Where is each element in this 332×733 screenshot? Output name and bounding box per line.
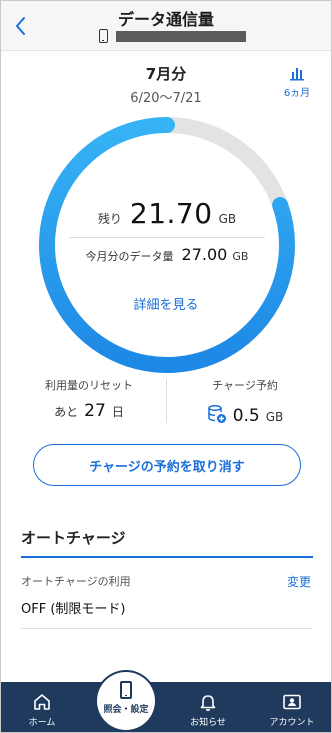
remaining-unit: GB	[218, 212, 237, 226]
auto-charge-value: OFF (制限モード)	[21, 602, 126, 617]
reset-label: 利用量のリセット	[45, 379, 133, 392]
tab-notifications[interactable]: お知らせ	[173, 692, 243, 728]
divider	[69, 237, 265, 238]
tab-home[interactable]: ホーム	[7, 692, 77, 728]
monthly-data-readout: 今月分のデータ量 27.00 GB	[63, 245, 271, 264]
divider	[21, 628, 313, 629]
reset-stat: 利用量のリセット あと 27 日	[21, 377, 157, 421]
charge-value: 0.5	[232, 406, 260, 426]
monthly-data-unit: GB	[232, 250, 249, 263]
app-frame: データ通信量 7月分 6/20〜7/21 6ヵ月 残り 21.70 GB 今月分…	[0, 0, 332, 733]
header: データ通信量	[1, 1, 331, 51]
auto-charge-use-label: オートチャージの利用	[21, 575, 131, 588]
bell-icon	[200, 695, 216, 712]
data-charge-icon	[207, 404, 227, 428]
reset-unit: 日	[111, 405, 124, 419]
history-label: 6ヵ月	[283, 88, 311, 99]
tab-account-label: アカウント	[269, 718, 315, 728]
tab-account[interactable]: アカウント	[257, 692, 327, 728]
line-number	[99, 27, 246, 45]
tab-notifications-label: お知らせ	[190, 718, 226, 728]
masked-phone-number	[116, 30, 246, 42]
remaining-value: 21.70	[129, 197, 213, 230]
monthly-data-label: 今月分のデータ量	[85, 250, 174, 263]
auto-charge-title: オートチャージ	[21, 529, 126, 547]
smartphone-icon	[99, 29, 108, 43]
history-button[interactable]: 6ヵ月	[277, 65, 317, 99]
account-card-icon	[283, 694, 301, 710]
cancel-charge-reservation-button[interactable]: チャージの予約を取り消す	[33, 444, 301, 486]
remaining-readout: 残り 21.70 GB	[61, 197, 273, 230]
tab-home-label: ホーム	[28, 718, 56, 728]
charge-label: チャージ予約	[212, 379, 278, 392]
reset-prefix: あと	[54, 405, 79, 419]
tab-inquiry-settings[interactable]: 照会・設定	[97, 672, 155, 730]
tab-bar: ホーム お知らせ アカウント	[1, 682, 331, 732]
reset-days: 27	[84, 401, 106, 421]
monthly-data-value: 27.00	[181, 245, 228, 264]
bar-chart-icon	[290, 68, 304, 81]
section-underline	[21, 556, 313, 558]
auto-charge-change-link[interactable]: 変更	[287, 573, 311, 590]
home-icon	[34, 694, 50, 710]
gauge-track	[159, 117, 289, 214]
remaining-label: 残り	[97, 212, 122, 226]
smartphone-icon	[120, 681, 132, 699]
tab-inquiry-settings-label: 照会・設定	[103, 705, 149, 715]
detail-link[interactable]: 詳細を見る	[1, 294, 331, 313]
stat-divider	[166, 379, 167, 423]
charge-unit: GB	[265, 410, 284, 424]
charge-stat: チャージ予約 0.5 GB	[177, 377, 313, 426]
